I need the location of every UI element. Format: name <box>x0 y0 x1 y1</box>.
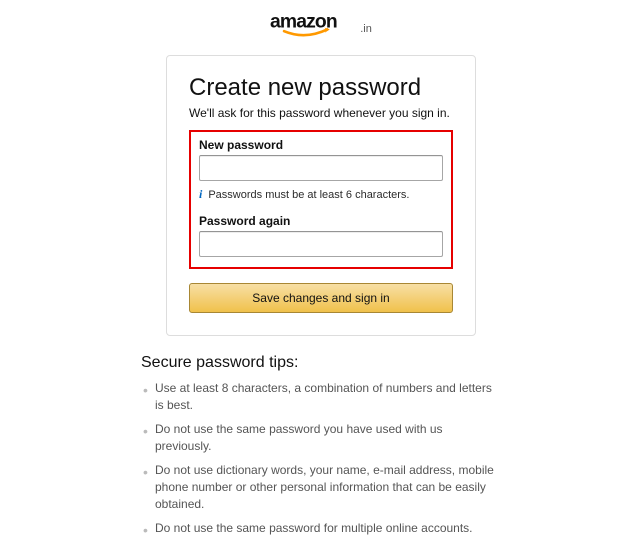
password-again-label: Password again <box>199 214 443 228</box>
password-hint: i Passwords must be at least 6 character… <box>199 187 443 202</box>
tip-item: Use at least 8 characters, a combination… <box>155 380 501 415</box>
tips-list: Use at least 8 characters, a combination… <box>141 380 501 537</box>
new-password-input[interactable] <box>199 155 443 181</box>
tips-heading: Secure password tips: <box>141 354 501 372</box>
tip-item: Do not use the same password for multipl… <box>155 520 501 537</box>
hint-text: Passwords must be at least 6 characters. <box>208 189 409 201</box>
page-title: Create new password <box>189 74 453 102</box>
save-button[interactable]: Save changes and sign in <box>189 283 453 313</box>
logo-area: amazon .in <box>270 10 372 45</box>
password-fields-highlight: New password i Passwords must be at leas… <box>189 130 453 269</box>
info-icon: i <box>199 187 202 202</box>
page-subtitle: We'll ask for this password whenever you… <box>189 106 453 120</box>
password-again-input[interactable] <box>199 231 443 257</box>
tips-section: Secure password tips: Use at least 8 cha… <box>141 354 501 543</box>
password-card: Create new password We'll ask for this p… <box>166 55 476 336</box>
tip-item: Do not use dictionary words, your name, … <box>155 462 501 514</box>
amazon-logo: amazon <box>270 10 358 45</box>
logo-suffix: .in <box>360 23 372 35</box>
new-password-label: New password <box>199 138 443 152</box>
tip-item: Do not use the same password you have us… <box>155 421 501 456</box>
